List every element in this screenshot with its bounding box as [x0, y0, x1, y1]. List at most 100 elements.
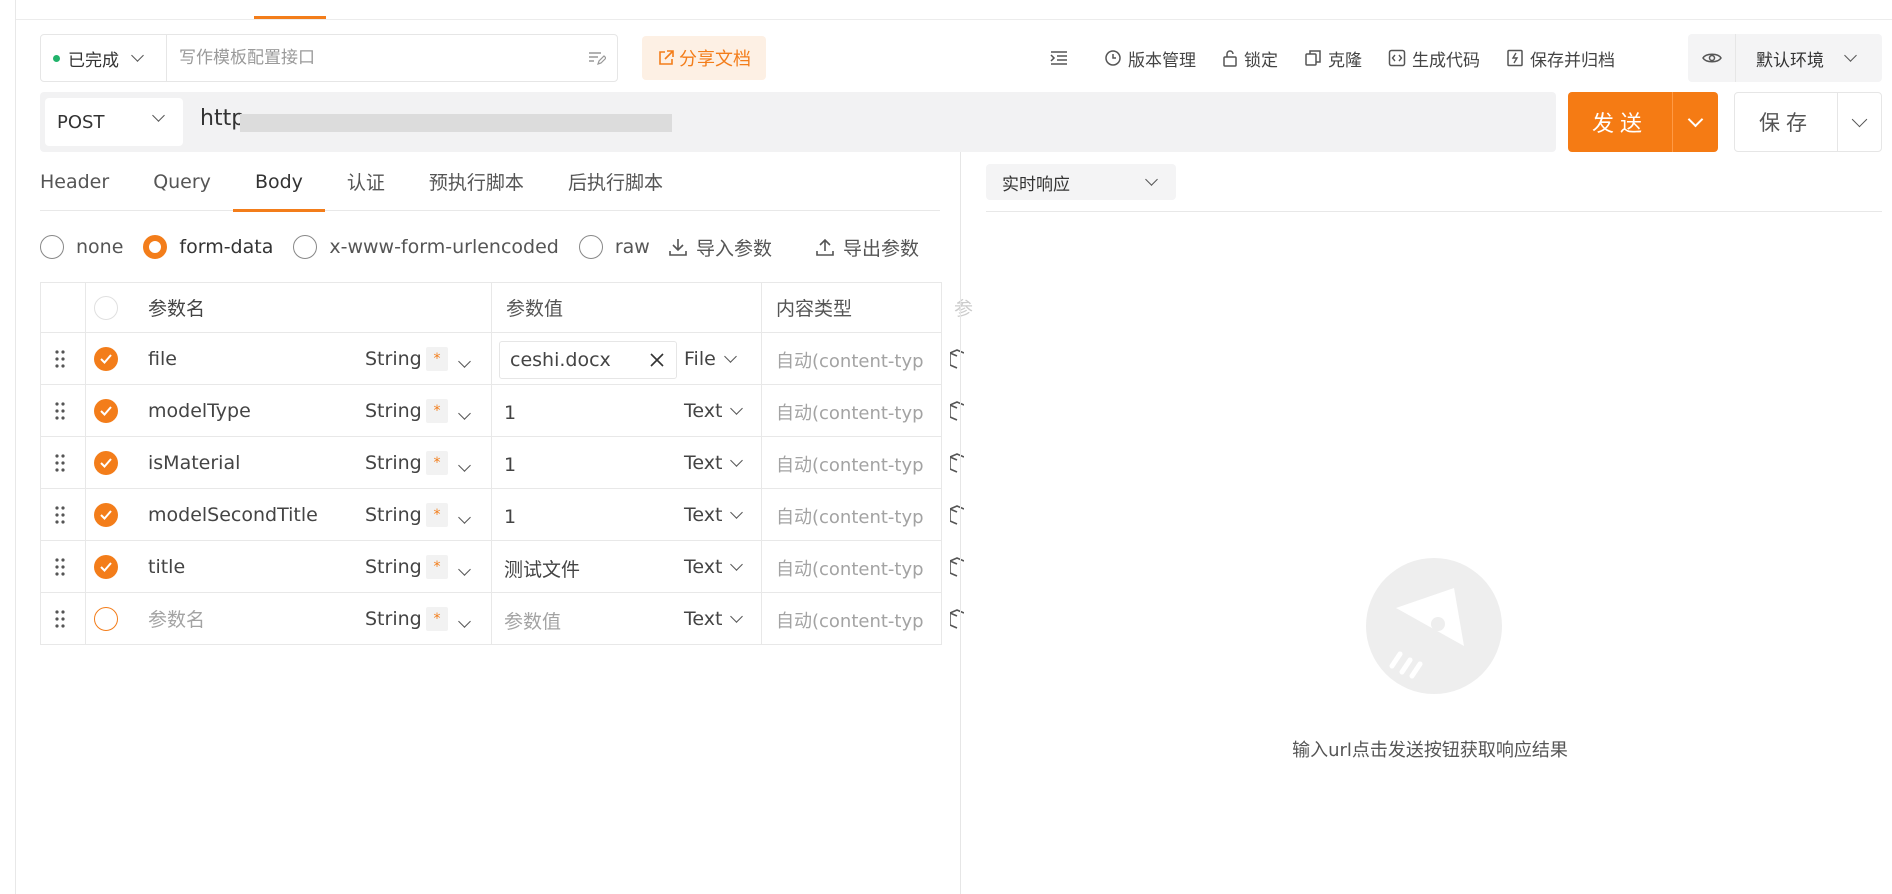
tab-body[interactable]: Body: [232, 152, 325, 212]
value-type-select[interactable]: File: [684, 333, 737, 384]
chevron-down-icon[interactable]: [458, 563, 471, 576]
close-icon[interactable]: [648, 351, 666, 374]
status-select[interactable]: 已完成: [41, 35, 167, 81]
api-title-input[interactable]: [167, 35, 577, 81]
param-name-input[interactable]: title: [148, 541, 185, 592]
param-value-input[interactable]: 1: [504, 491, 516, 542]
required-toggle[interactable]: *: [426, 399, 448, 423]
tab-header[interactable]: Header: [40, 152, 109, 211]
param-type-select[interactable]: String: [365, 333, 422, 384]
value-type-select[interactable]: Text: [684, 385, 744, 436]
collapse-button[interactable]: [1050, 50, 1074, 66]
export-params-button[interactable]: 导出参数: [815, 232, 919, 262]
required-toggle[interactable]: *: [426, 347, 448, 371]
tab-auth[interactable]: 认证: [347, 152, 385, 211]
param-name-input[interactable]: modelType: [148, 385, 251, 436]
required-toggle[interactable]: *: [426, 555, 448, 579]
save-options-button[interactable]: [1838, 111, 1881, 127]
tab-post-script[interactable]: 后执行脚本: [568, 152, 663, 211]
save-button[interactable]: 保存: [1734, 92, 1882, 152]
header-value: 参数值: [506, 298, 564, 320]
select-all-checkbox[interactable]: [94, 295, 118, 320]
save-archive-button[interactable]: 保存并归档: [1506, 46, 1615, 71]
content-type-input[interactable]: 自动(content-typ: [776, 594, 936, 645]
value-type-select[interactable]: Text: [684, 593, 744, 644]
row-checkbox[interactable]: [94, 502, 118, 527]
row-checkbox[interactable]: [94, 346, 118, 371]
table-row: modelSecondTitle String * 1 Text 自动(cont…: [40, 489, 965, 542]
param-type-select[interactable]: String: [365, 593, 422, 644]
tab-pre-script[interactable]: 预执行脚本: [429, 152, 524, 211]
param-value-input[interactable]: 测试文件: [504, 543, 580, 594]
chevron-down-icon[interactable]: [458, 407, 471, 420]
generate-code-button[interactable]: 生成代码: [1388, 46, 1480, 71]
param-type-select[interactable]: String: [365, 489, 422, 540]
response-mode-select[interactable]: 实时响应: [986, 164, 1176, 200]
param-name-input[interactable]: isMaterial: [148, 437, 240, 488]
content-type-input[interactable]: 自动(content-typ: [776, 334, 936, 385]
radio-none[interactable]: none: [40, 235, 123, 259]
drag-handle-icon[interactable]: [54, 593, 66, 644]
environment-select[interactable]: 默认环境: [1688, 34, 1882, 82]
param-name-input[interactable]: modelSecondTitle: [148, 489, 318, 540]
content-type-input[interactable]: 自动(content-typ: [776, 438, 936, 489]
radio-form-data[interactable]: form-data: [143, 235, 273, 259]
url-input[interactable]: http: [200, 106, 245, 131]
param-type-select[interactable]: String: [365, 437, 422, 488]
drag-handle-icon[interactable]: [54, 333, 66, 384]
cube-icon[interactable]: [949, 453, 965, 477]
send-button[interactable]: 发送: [1568, 92, 1718, 152]
row-checkbox[interactable]: [94, 450, 118, 475]
cube-icon[interactable]: [949, 349, 965, 373]
required-toggle[interactable]: *: [426, 451, 448, 475]
lock-button[interactable]: 锁定: [1222, 46, 1278, 71]
value-type-select[interactable]: Text: [684, 437, 744, 488]
content-type-input[interactable]: 自动(content-typ: [776, 542, 936, 593]
chevron-down-icon: [1851, 111, 1868, 127]
param-value-input[interactable]: 1: [504, 387, 516, 438]
tab-query[interactable]: Query: [153, 152, 211, 211]
drag-handle-icon[interactable]: [54, 385, 66, 436]
lock-label: 锁定: [1244, 50, 1278, 71]
content-type-input[interactable]: 自动(content-typ: [776, 490, 936, 541]
param-type-select[interactable]: String: [365, 541, 422, 592]
method-select[interactable]: POST: [45, 98, 183, 146]
clone-button[interactable]: 克隆: [1304, 46, 1362, 71]
import-params-button[interactable]: 导入参数: [668, 232, 772, 262]
chevron-down-icon[interactable]: [458, 459, 471, 472]
value-type-select[interactable]: Text: [684, 489, 744, 540]
chevron-down-icon[interactable]: [458, 355, 471, 368]
row-checkbox[interactable]: [94, 554, 118, 579]
file-upload-field[interactable]: ceshi.docx: [499, 341, 677, 379]
pane-divider[interactable]: [960, 152, 961, 894]
edit-description-icon[interactable]: [577, 50, 617, 66]
content-type-input[interactable]: 自动(content-typ: [776, 386, 936, 437]
cube-icon[interactable]: [949, 401, 965, 425]
response-mode-label: 实时响应: [1002, 174, 1070, 195]
param-type-select[interactable]: String: [365, 385, 422, 436]
view-env-button[interactable]: [1688, 34, 1736, 82]
value-type-select[interactable]: Text: [684, 541, 744, 592]
param-value-input[interactable]: 1: [504, 439, 516, 490]
cube-icon[interactable]: [949, 557, 965, 581]
param-name-input[interactable]: file: [148, 333, 177, 384]
radio-raw[interactable]: raw: [578, 235, 650, 259]
chevron-down-icon[interactable]: [458, 511, 471, 524]
required-toggle[interactable]: *: [426, 607, 448, 631]
row-checkbox[interactable]: [94, 606, 118, 631]
param-name-input[interactable]: 参数名: [148, 593, 205, 644]
download-icon: [669, 239, 687, 256]
param-value-input[interactable]: 参数值: [504, 595, 561, 646]
drag-handle-icon[interactable]: [54, 437, 66, 488]
drag-handle-icon[interactable]: [54, 541, 66, 592]
row-checkbox[interactable]: [94, 398, 118, 423]
chevron-down-icon[interactable]: [458, 615, 471, 628]
send-options-button[interactable]: [1673, 111, 1718, 127]
share-doc-button[interactable]: 分享文档: [642, 36, 766, 80]
required-toggle[interactable]: *: [426, 503, 448, 527]
radio-urlencoded[interactable]: x-www-form-urlencoded: [293, 235, 559, 259]
cube-icon[interactable]: [949, 505, 965, 529]
drag-handle-icon[interactable]: [54, 489, 66, 540]
cube-icon[interactable]: [949, 609, 965, 633]
version-management-button[interactable]: 版本管理: [1104, 46, 1196, 71]
